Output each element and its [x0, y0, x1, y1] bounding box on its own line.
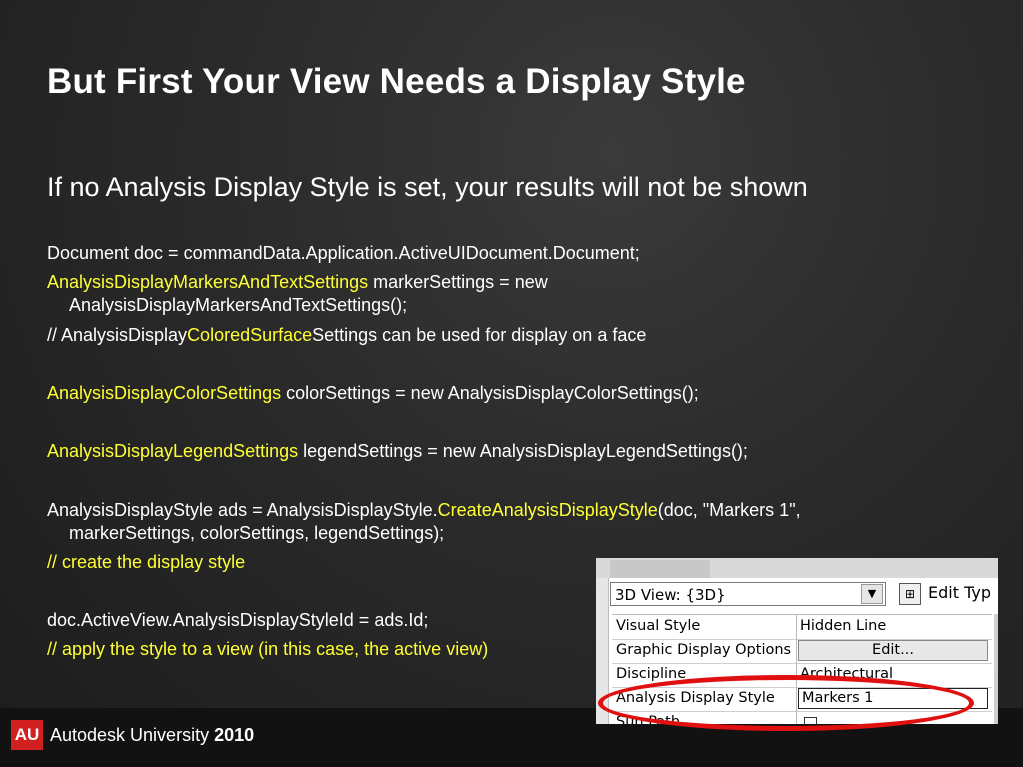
- code-line-apply-style: doc.ActiveView.AnalysisDisplayStyleId = …: [47, 610, 429, 630]
- code-text: // AnalysisDisplay: [47, 325, 188, 345]
- slide-subtitle: If no Analysis Display Style is set, you…: [47, 172, 808, 202]
- autodesk-university-logo: AU: [11, 720, 43, 750]
- brand-year: 2010: [214, 725, 255, 745]
- slide-title: But First Your View Needs a Display Styl…: [47, 62, 746, 101]
- edit-type-button[interactable]: Edit Typ: [928, 583, 991, 602]
- code-comment-apply: // apply the style to a view (in this ca…: [47, 639, 489, 659]
- code-line-legend-settings: AnalysisDisplayLegendSettings legendSett…: [47, 440, 748, 463]
- palette-top-strip: [596, 558, 998, 578]
- code-line-marker-settings-cont: AnalysisDisplayMarkersAndTextSettings();: [69, 295, 408, 315]
- view-type-selector[interactable]: 3D View: {3D}: [610, 582, 886, 606]
- code-text: colorSettings = new AnalysisDisplayColor…: [281, 383, 699, 403]
- code-type-colored-surface: ColoredSurface: [187, 325, 313, 345]
- prop-value[interactable]: Hidden Line: [800, 618, 886, 634]
- properties-grid: Visual Style Hidden Line Graphic Display…: [612, 614, 992, 724]
- palette-tab: [610, 560, 710, 578]
- code-line-document: Document doc = commandData.Application.A…: [47, 243, 640, 263]
- column-divider: [796, 639, 797, 663]
- code-line-comment-colored-surface: // AnalysisDisplayColoredSurfaceSettings…: [47, 324, 646, 347]
- code-text: markerSettings = new: [368, 272, 548, 292]
- palette-scrollbar[interactable]: [994, 614, 998, 724]
- code-line-create-style: AnalysisDisplayStyle ads = AnalysisDispl…: [47, 499, 801, 522]
- prop-row-graphic-display-options[interactable]: Graphic Display Options Edit...: [612, 639, 992, 664]
- code-comment-create: // create the display style: [47, 552, 246, 572]
- code-type-markers: AnalysisDisplayMarkersAndTextSettings: [47, 272, 369, 292]
- highlight-oval: [598, 675, 974, 731]
- brand-name: Autodesk University: [50, 725, 210, 745]
- code-method-create: CreateAnalysisDisplayStyle: [437, 500, 658, 520]
- prop-key: Graphic Display Options: [616, 642, 792, 658]
- chevron-down-icon[interactable]: ▼: [861, 584, 883, 604]
- prop-key: Visual Style: [616, 618, 701, 634]
- code-line-marker-settings: AnalysisDisplayMarkersAndTextSettings ma…: [47, 271, 548, 294]
- code-text: legendSettings = new AnalysisDisplayLege…: [298, 441, 748, 461]
- graphic-display-edit-button[interactable]: Edit...: [798, 640, 988, 661]
- footer-brand: Autodesk University 2010: [50, 725, 254, 746]
- code-text: Settings can be used for display on a fa…: [312, 325, 647, 345]
- column-divider: [796, 615, 797, 639]
- code-type-legend: AnalysisDisplayLegendSettings: [47, 441, 299, 461]
- prop-row-visual-style[interactable]: Visual Style Hidden Line: [612, 615, 992, 640]
- code-text: AnalysisDisplayStyle ads = AnalysisDispl…: [47, 500, 438, 520]
- code-type-color: AnalysisDisplayColorSettings: [47, 383, 282, 403]
- code-line-create-style-cont: markerSettings, colorSettings, legendSet…: [69, 523, 445, 543]
- code-line-color-settings: AnalysisDisplayColorSettings colorSettin…: [47, 382, 699, 405]
- code-text: (doc, "Markers 1",: [657, 500, 801, 520]
- edit-type-icon[interactable]: ⊞: [899, 583, 921, 605]
